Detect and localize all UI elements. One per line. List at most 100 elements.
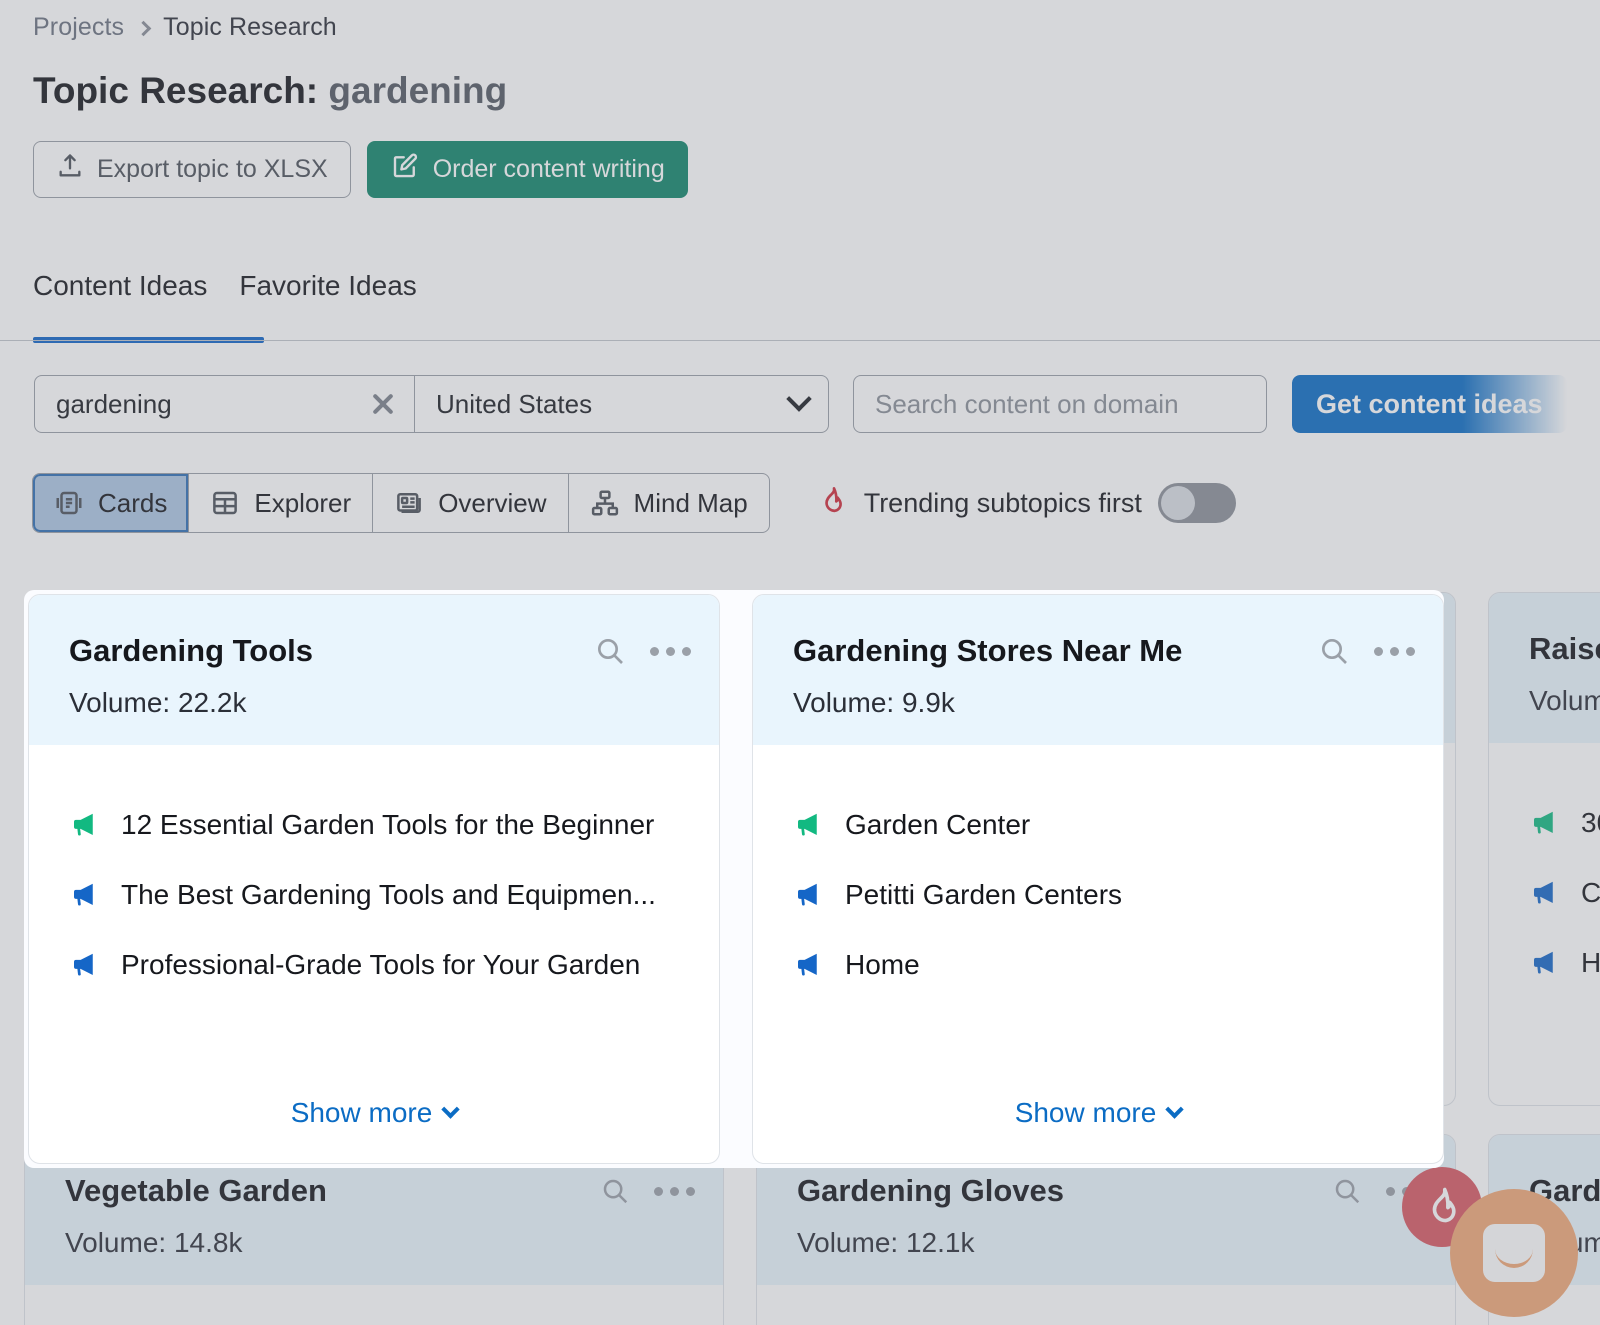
domain-search-input[interactable]: Search content on domain xyxy=(853,375,1267,433)
chevron-right-icon xyxy=(136,21,152,37)
ellipsis-icon[interactable] xyxy=(1374,647,1415,656)
page-title-prefix: Topic Research: xyxy=(33,70,318,111)
idea-card-volume: Volume: 18.1k xyxy=(1529,685,1600,717)
volume-prefix: Volume: xyxy=(69,687,170,718)
list-item-label: How to Build a Raised Bed xyxy=(1581,947,1600,979)
chevron-down-icon xyxy=(786,386,811,411)
volume-prefix: Volume: xyxy=(793,687,894,718)
magnifier-icon[interactable] xyxy=(600,1176,630,1206)
list-item[interactable]: 12 Essential Garden Tools for the Beginn… xyxy=(69,809,679,841)
table-view-icon xyxy=(210,488,240,518)
chevron-down-icon xyxy=(1166,1100,1184,1118)
breadcrumb: Projects Topic Research xyxy=(33,13,337,42)
mindmap-view-icon xyxy=(590,488,620,518)
trending-subtopics-control: Trending subtopics first xyxy=(816,483,1236,523)
show-more-label: Show more xyxy=(291,1097,433,1129)
idea-card[interactable]: Raised Garden Bed Volume: 18.1k xyxy=(1488,592,1600,1106)
list-item-label: 30 Raised Garden Bed Ideas xyxy=(1581,807,1600,839)
cards-view-icon xyxy=(54,488,84,518)
breadcrumb-projects[interactable]: Projects xyxy=(33,13,124,42)
view-mode-overview[interactable]: Overview xyxy=(373,474,568,532)
order-content-writing-label: Order content writing xyxy=(433,155,665,184)
ellipsis-icon[interactable] xyxy=(654,1187,695,1196)
list-item[interactable]: The Best Gardening Tools and Equipmen... xyxy=(69,879,679,911)
breadcrumb-topic-research[interactable]: Topic Research xyxy=(163,13,337,42)
view-mode-explorer[interactable]: Explorer xyxy=(189,474,373,532)
show-more-button[interactable]: Show more xyxy=(1015,1097,1182,1129)
idea-card-volume: Volume: 14.8k xyxy=(65,1227,695,1259)
list-item[interactable]: 30 Raised Garden Bed Ideas xyxy=(1529,807,1600,839)
idea-card-body xyxy=(25,1285,723,1325)
close-x-icon[interactable] xyxy=(370,391,396,417)
list-item[interactable]: Cedar Raised Garden Beds xyxy=(1529,877,1600,909)
list-item[interactable]: Petitti Garden Centers xyxy=(793,879,1403,911)
upload-icon xyxy=(56,152,84,187)
volume-value: 14.8k xyxy=(174,1227,243,1258)
list-item-label: Home xyxy=(845,949,920,981)
list-item[interactable]: Garden Center xyxy=(793,809,1403,841)
page-title-keyword: gardening xyxy=(328,70,507,111)
idea-card-highlighted[interactable]: Gardening Stores Near Me Volume: 9.9k xyxy=(752,594,1444,1164)
megaphone-icon xyxy=(69,810,99,840)
megaphone-icon xyxy=(793,880,823,910)
keyword-input[interactable]: gardening xyxy=(34,375,415,433)
view-mode-overview-label: Overview xyxy=(438,488,546,519)
view-mode-cards-label: Cards xyxy=(98,488,167,519)
trending-subtopics-label: Trending subtopics first xyxy=(864,488,1142,519)
get-content-ideas-button[interactable]: Get content ideas xyxy=(1292,375,1567,433)
idea-card-title: Gardening Gloves xyxy=(797,1173,1064,1209)
chat-bubble-icon xyxy=(1483,1224,1545,1282)
trending-subtopics-toggle[interactable] xyxy=(1158,483,1236,523)
tab-favorite-ideas[interactable]: Favorite Ideas xyxy=(239,270,416,330)
idea-card-footer: Show more xyxy=(1489,1017,1600,1105)
list-item[interactable]: Home xyxy=(793,949,1403,981)
export-topic-button[interactable]: Export topic to XLSX xyxy=(33,141,351,198)
idea-card-title: Raised Garden Bed xyxy=(1529,631,1600,667)
ellipsis-icon[interactable] xyxy=(650,647,691,656)
volume-prefix: Volume: xyxy=(797,1227,898,1258)
filter-bar: gardening United States Search content o… xyxy=(34,375,1567,433)
idea-card-body: Garden Center Petitti Garden Centers Hom… xyxy=(753,745,1443,1075)
show-more-label: Show more xyxy=(1015,1097,1157,1129)
idea-card-highlighted[interactable]: Gardening Tools Volume: 22.2k xyxy=(28,594,720,1164)
highlighted-cards-region: Gardening Tools Volume: 22.2k xyxy=(24,590,1444,1168)
domain-search-placeholder: Search content on domain xyxy=(875,389,1179,420)
list-item-label: 12 Essential Garden Tools for the Beginn… xyxy=(121,809,654,841)
idea-card-volume: Volume: 9.9k xyxy=(793,687,1415,719)
overview-view-icon xyxy=(394,488,424,518)
megaphone-icon xyxy=(69,880,99,910)
idea-card-volume: Volume: 12.1k xyxy=(797,1227,1427,1259)
megaphone-icon xyxy=(793,810,823,840)
show-more-button[interactable]: Show more xyxy=(291,1097,458,1129)
list-item-label: Petitti Garden Centers xyxy=(845,879,1122,911)
idea-card-title: Vegetable Garden xyxy=(65,1173,327,1209)
megaphone-icon xyxy=(69,950,99,980)
magnifier-icon[interactable] xyxy=(1318,635,1350,667)
megaphone-icon xyxy=(793,950,823,980)
keyword-input-value: gardening xyxy=(56,389,172,420)
list-item[interactable]: How to Build a Raised Bed xyxy=(1529,947,1600,979)
list-item[interactable]: Professional-Grade Tools for Your Garden xyxy=(69,949,679,981)
view-mode-switch: Cards Explorer xyxy=(32,473,770,533)
megaphone-icon xyxy=(1529,808,1559,838)
idea-card-footer: Show more xyxy=(753,1075,1443,1163)
chat-widget-button[interactable] xyxy=(1450,1189,1578,1317)
idea-card-body xyxy=(757,1285,1455,1325)
header-actions: Export topic to XLSX Order content writi… xyxy=(33,141,688,198)
idea-card-header: Gardening Tools Volume: 22.2k xyxy=(29,595,719,745)
flame-icon xyxy=(816,484,848,523)
order-content-writing-button[interactable]: Order content writing xyxy=(367,141,688,198)
tab-bar: Content Ideas Favorite Ideas xyxy=(33,270,417,330)
country-select-value: United States xyxy=(436,389,592,420)
megaphone-icon xyxy=(1529,878,1559,908)
volume-prefix: Volume: xyxy=(1529,685,1600,716)
view-mode-mind-map-label: Mind Map xyxy=(634,488,748,519)
view-mode-cards[interactable]: Cards xyxy=(33,474,189,532)
idea-card-footer: Show more xyxy=(29,1075,719,1163)
magnifier-icon[interactable] xyxy=(1332,1176,1362,1206)
country-select[interactable]: United States xyxy=(415,375,829,433)
tab-content-ideas[interactable]: Content Ideas xyxy=(33,270,207,330)
volume-value: 9.9k xyxy=(902,687,955,718)
view-mode-mind-map[interactable]: Mind Map xyxy=(569,474,769,532)
magnifier-icon[interactable] xyxy=(594,635,626,667)
